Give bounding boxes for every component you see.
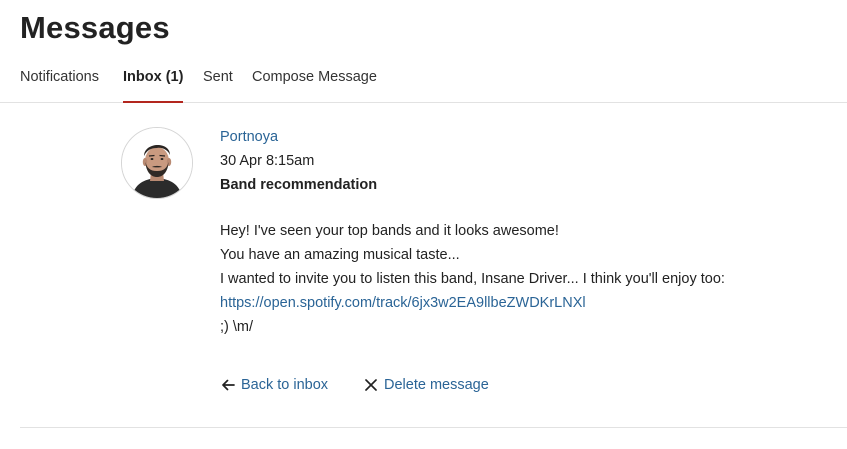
sender-name-link[interactable]: Portnoya — [220, 129, 278, 145]
back-to-inbox-label: Back to inbox — [241, 377, 329, 393]
arrow-left-icon — [220, 377, 236, 393]
back-to-inbox-link[interactable]: Back to inbox — [220, 374, 328, 396]
delete-message-label: Delete message — [384, 377, 489, 393]
message-subject: Band recommendation — [220, 177, 378, 193]
divider — [20, 427, 847, 428]
tab-inbox[interactable]: Inbox (1) — [123, 64, 184, 103]
message-body-line: You have an amazing musical taste... — [220, 247, 460, 263]
message-timestamp: 30 Apr 8:15am — [220, 153, 315, 169]
message-body: Hey! I've seen your top bands and it loo… — [220, 219, 840, 339]
message-body-line: I wanted to invite you to listen this ba… — [220, 271, 725, 287]
sender-avatar[interactable] — [121, 127, 193, 199]
delete-message-link[interactable]: Delete message — [363, 374, 489, 396]
tab-compose-message[interactable]: Compose Message — [252, 64, 377, 102]
avatar-portrait-icon — [122, 128, 192, 198]
tab-sent[interactable]: Sent — [203, 64, 233, 102]
messages-page: Messages Notifications Inbox (1) Sent Co… — [0, 0, 847, 449]
spotify-track-link[interactable]: https://open.spotify.com/track/6jx3w2EA9… — [220, 291, 840, 315]
page-title: Messages — [20, 10, 170, 45]
close-icon — [363, 377, 379, 393]
message-body-line: Hey! I've seen your top bands and it loo… — [220, 223, 559, 239]
tab-notifications[interactable]: Notifications — [20, 64, 99, 102]
message-body-line: ;) \m/ — [220, 319, 254, 335]
message-tabs: Notifications Inbox (1) Sent Compose Mes… — [0, 64, 847, 103]
